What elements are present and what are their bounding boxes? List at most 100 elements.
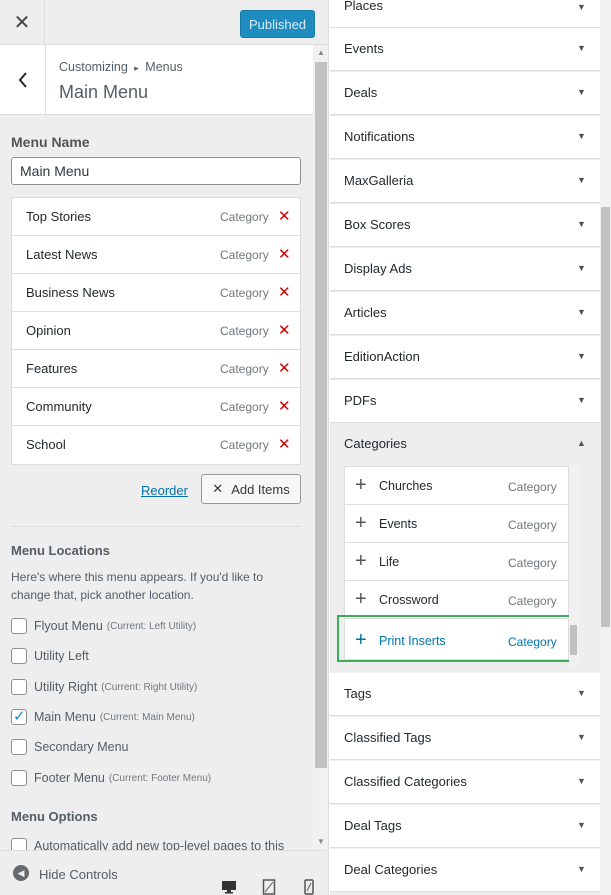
close-customizer-button[interactable]: ✕ bbox=[0, 0, 45, 45]
menu-item[interactable]: Features Category ✕ bbox=[12, 350, 300, 388]
category-item[interactable]: + Churches Category bbox=[345, 467, 568, 505]
location-checkbox-checked[interactable] bbox=[11, 707, 27, 725]
remove-icon[interactable]: ✕ bbox=[278, 245, 291, 263]
category-type: Category bbox=[508, 556, 557, 570]
menu-item-label: Community bbox=[26, 399, 92, 414]
accordion-label: Events bbox=[344, 41, 384, 56]
customizer-panel: ✕ Published Customizing ▸ Menus Main Men… bbox=[0, 0, 329, 895]
chevron-down-icon: ▼ bbox=[577, 219, 586, 229]
customizer-topbar: ✕ Published bbox=[0, 0, 328, 45]
location-checkbox[interactable] bbox=[11, 679, 27, 695]
menu-locations-title: Menu Locations bbox=[11, 543, 110, 558]
menu-item[interactable]: Top Stories Category ✕ bbox=[12, 198, 300, 236]
accordion-display-ads[interactable]: Display Ads ▼ bbox=[330, 248, 600, 291]
scroll-down-icon[interactable]: ▼ bbox=[317, 837, 325, 846]
accordion-deal-tags[interactable]: Deal Tags ▼ bbox=[330, 805, 600, 848]
remove-icon[interactable]: ✕ bbox=[278, 283, 291, 301]
accordion-deals[interactable]: Deals ▼ bbox=[330, 72, 600, 115]
add-items-button[interactable]: ✕ Add Items bbox=[201, 474, 301, 504]
categories-scrollbar-thumb[interactable] bbox=[570, 625, 577, 655]
location-label: Main Menu bbox=[34, 710, 96, 724]
right-scrollbar-thumb[interactable] bbox=[601, 207, 610, 627]
publish-button[interactable]: Published bbox=[240, 10, 315, 38]
location-current: (Current: Right Utility) bbox=[101, 681, 198, 693]
location-option[interactable]: Main Menu (Current: Main Menu) bbox=[11, 707, 195, 727]
accordion-articles[interactable]: Articles ▼ bbox=[330, 292, 600, 335]
category-item[interactable]: + Events Category bbox=[345, 505, 568, 543]
accordion-label: Articles bbox=[344, 305, 387, 320]
accordion-box-scores[interactable]: Box Scores ▼ bbox=[330, 204, 600, 247]
breadcrumb-root: Customizing bbox=[59, 60, 128, 74]
remove-icon[interactable]: ✕ bbox=[278, 321, 291, 339]
desktop-preview-icon[interactable] bbox=[221, 879, 237, 895]
remove-icon[interactable]: ✕ bbox=[278, 397, 291, 415]
menu-item[interactable]: Opinion Category ✕ bbox=[12, 312, 300, 350]
chevron-down-icon: ▼ bbox=[577, 2, 586, 12]
mobile-preview-icon[interactable] bbox=[301, 879, 317, 895]
menu-item-type: Category bbox=[220, 400, 269, 414]
location-checkbox[interactable] bbox=[11, 618, 27, 634]
accordion-label: Display Ads bbox=[344, 261, 412, 276]
location-checkbox[interactable] bbox=[11, 770, 27, 786]
menu-name-label: Menu Name bbox=[11, 134, 90, 150]
tablet-preview-icon[interactable] bbox=[261, 879, 277, 895]
category-item[interactable]: + Life Category bbox=[345, 543, 568, 581]
menu-name-input[interactable]: Main Menu bbox=[11, 157, 301, 185]
location-option[interactable]: Utility Left bbox=[11, 646, 93, 666]
back-button[interactable] bbox=[0, 45, 46, 115]
location-option[interactable]: Flyout Menu (Current: Left Utility) bbox=[11, 616, 196, 636]
chevron-down-icon: ▼ bbox=[577, 43, 586, 53]
scrollbar-thumb[interactable] bbox=[315, 62, 327, 768]
chevron-down-icon: ▼ bbox=[577, 87, 586, 97]
menu-item[interactable]: Latest News Category ✕ bbox=[12, 236, 300, 274]
accordion-pdfs[interactable]: PDFs ▼ bbox=[330, 380, 600, 423]
menu-item-type: Category bbox=[220, 286, 269, 300]
reorder-link[interactable]: Reorder bbox=[141, 483, 188, 498]
accordion-classified-categories[interactable]: Classified Categories ▼ bbox=[330, 761, 600, 804]
accordion-label: EditionAction bbox=[344, 349, 420, 364]
menu-item-label: School bbox=[26, 437, 66, 452]
chevron-down-icon: ▼ bbox=[577, 732, 586, 742]
remove-icon[interactable]: ✕ bbox=[278, 207, 291, 225]
plus-icon: + bbox=[355, 588, 367, 610]
menu-item-type: Category bbox=[220, 324, 269, 338]
accordion-label: Classified Tags bbox=[344, 730, 432, 745]
accordion-label: Categories bbox=[344, 436, 407, 451]
accordion-editionaction[interactable]: EditionAction ▼ bbox=[330, 336, 600, 379]
remove-icon[interactable]: ✕ bbox=[278, 359, 291, 377]
location-checkbox[interactable] bbox=[11, 648, 27, 664]
location-option[interactable]: Secondary Menu bbox=[11, 737, 133, 757]
accordion-classified-tags[interactable]: Classified Tags ▼ bbox=[330, 717, 600, 760]
remove-icon[interactable]: ✕ bbox=[278, 435, 291, 453]
chevron-down-icon: ▼ bbox=[577, 776, 586, 786]
menu-item[interactable]: School Category ✕ bbox=[12, 426, 300, 464]
menu-item[interactable]: Community Category ✕ bbox=[12, 388, 300, 426]
scroll-up-icon[interactable]: ▲ bbox=[317, 48, 325, 57]
category-label: Crossword bbox=[379, 593, 439, 607]
location-option[interactable]: Utility Right (Current: Right Utility) bbox=[11, 677, 197, 697]
category-label: Churches bbox=[379, 479, 433, 493]
accordion-categories[interactable]: Categories ▲ bbox=[330, 423, 600, 466]
location-label: Flyout Menu bbox=[34, 619, 103, 633]
category-label: Life bbox=[379, 555, 400, 569]
accordion-deal-categories[interactable]: Deal Categories ▼ bbox=[330, 849, 600, 892]
accordion-label: Deals bbox=[344, 85, 378, 100]
location-option[interactable]: Footer Menu (Current: Footer Menu) bbox=[11, 768, 211, 788]
menu-item[interactable]: Business News Category ✕ bbox=[12, 274, 300, 312]
breadcrumb-separator: ▸ bbox=[134, 63, 139, 73]
category-item[interactable]: + Crossword Category bbox=[345, 581, 568, 619]
category-type: Category bbox=[508, 594, 557, 608]
location-label: Footer Menu bbox=[34, 771, 105, 785]
accordion-places[interactable]: Places ▼ bbox=[330, 0, 600, 28]
location-checkbox[interactable] bbox=[11, 739, 27, 755]
location-current: (Current: Footer Menu) bbox=[108, 772, 212, 784]
section-header: Customizing ▸ Menus Main Menu bbox=[0, 45, 313, 115]
menu-item-type: Category bbox=[220, 248, 269, 262]
accordion-notifications[interactable]: Notifications ▼ bbox=[330, 116, 600, 159]
accordion-events[interactable]: Events ▼ bbox=[330, 28, 600, 71]
plus-icon: + bbox=[355, 474, 367, 496]
accordion-tags[interactable]: Tags ▼ bbox=[330, 673, 600, 716]
plus-icon: + bbox=[355, 550, 367, 572]
chevron-down-icon: ▼ bbox=[577, 820, 586, 830]
accordion-maxgalleria[interactable]: MaxGalleria ▼ bbox=[330, 160, 600, 203]
